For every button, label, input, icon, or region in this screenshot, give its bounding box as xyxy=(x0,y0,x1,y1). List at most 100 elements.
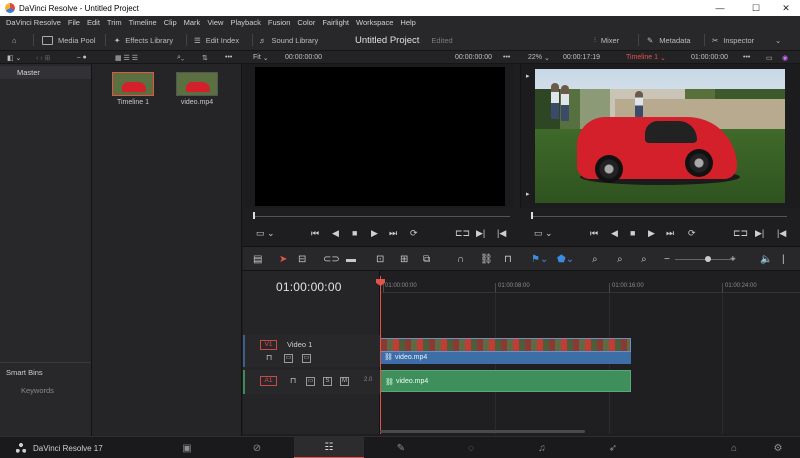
prev-clip-arrow-icon[interactable]: ▸ xyxy=(526,72,530,82)
sort-icon[interactable]: ⇅ xyxy=(202,51,208,64)
marker-icon[interactable]: ⬟⌄ xyxy=(557,254,574,265)
menu-clip[interactable]: Clip xyxy=(164,18,177,27)
timeline-timecode[interactable]: 01:00:00:00 xyxy=(276,280,342,294)
media-pool-button[interactable]: Media Pool xyxy=(42,29,96,51)
audio-clip[interactable]: ⛓ video.mp4 xyxy=(380,370,631,392)
blade-tool-icon[interactable]: ▬ xyxy=(346,254,356,265)
insert-clip-icon[interactable]: ⊡ xyxy=(376,254,384,265)
metadata-button[interactable]: ✎ Metadata xyxy=(647,29,691,51)
audio-meter-icon[interactable]: | xyxy=(782,254,785,265)
color-workspace-icon[interactable]: ◉ xyxy=(782,51,788,64)
source-play-icon[interactable]: ▶ xyxy=(371,228,378,238)
source-viewer-screen[interactable] xyxy=(255,67,505,206)
video-track-enable-icon[interactable]: ▭ xyxy=(302,354,311,363)
settings-gear-icon[interactable]: ⚙ xyxy=(758,437,798,458)
zoom-detail-icon[interactable]: ⌕ xyxy=(617,254,623,265)
fusion-page-icon[interactable]: ✎ xyxy=(366,437,436,458)
program-jump-start-icon[interactable]: ⏮ xyxy=(590,228,598,238)
fairlight-page-icon[interactable]: ♫ xyxy=(507,437,577,458)
video-track-lock-icon[interactable]: ⊓ xyxy=(266,353,272,363)
color-page-icon[interactable]: ◌ xyxy=(436,437,506,458)
keywords-smart-bin[interactable]: Keywords xyxy=(21,386,54,395)
selection-tool-icon[interactable]: ➤ xyxy=(279,254,287,265)
auto-select-icon[interactable]: ▭ xyxy=(284,354,293,363)
video-clip-filmstrip[interactable] xyxy=(380,338,631,352)
menu-playback[interactable]: Playback xyxy=(230,18,260,27)
menu-davinci-resolve[interactable]: DaVinci Resolve xyxy=(6,18,61,27)
program-loop-icon[interactable]: ⟳ xyxy=(688,228,696,238)
close-button[interactable]: ✕ xyxy=(772,0,800,16)
menu-mark[interactable]: Mark xyxy=(184,18,201,27)
timeline-view-options-icon[interactable]: ▤ xyxy=(253,254,262,265)
zoom-full-icon[interactable]: ⌕ xyxy=(592,254,598,265)
program-scrubber[interactable] xyxy=(531,216,787,217)
program-jump-end-icon[interactable]: ⏭ xyxy=(666,228,674,238)
zoom-custom-icon[interactable]: ⌕ xyxy=(641,254,647,265)
source-match-frame-icon[interactable]: ⊏⊐ xyxy=(455,228,470,238)
timeline-area[interactable]: 01:00:00:00 01:00:08:00 01:00:16:00 01:0… xyxy=(376,271,800,434)
menu-trim[interactable]: Trim xyxy=(107,18,122,27)
source-mark-out-icon[interactable]: |◀ xyxy=(497,228,506,238)
maximize-button[interactable]: ☐ xyxy=(742,0,770,16)
menu-file[interactable]: File xyxy=(68,18,80,27)
menu-edit[interactable]: Edit xyxy=(87,18,100,27)
mute-button[interactable]: M xyxy=(340,377,349,386)
edit-page-icon[interactable]: ☷ xyxy=(294,437,364,458)
menu-workspace[interactable]: Workspace xyxy=(356,18,393,27)
source-jump-end-icon[interactable]: ⏭ xyxy=(389,228,397,238)
program-overlay-select[interactable]: ▭ ⌄ xyxy=(534,228,553,238)
expand-toolbar-icon[interactable]: ⌄ xyxy=(775,29,781,51)
zoom-slider-handle[interactable] xyxy=(705,256,711,262)
menu-help[interactable]: Help xyxy=(400,18,415,27)
playhead[interactable] xyxy=(376,276,385,434)
flag-icon[interactable]: ⚑⌄ xyxy=(531,254,548,265)
workspace-layout-icon[interactable]: ⌂ xyxy=(12,29,17,51)
source-loop-icon[interactable]: ⟳ xyxy=(410,228,418,238)
program-mark-in-icon[interactable]: ▶| xyxy=(755,228,764,238)
source-more-icon[interactable]: ••• xyxy=(503,51,510,64)
source-stop-icon[interactable]: ■ xyxy=(352,228,357,238)
program-play-icon[interactable]: ▶ xyxy=(648,228,655,238)
timeline-name-select[interactable]: Timeline 1 ⌄ xyxy=(626,51,666,64)
media-page-icon[interactable]: ▣ xyxy=(152,437,222,458)
nav-arrows-icon[interactable]: ‹ › ⊞ xyxy=(36,51,50,64)
replace-clip-icon[interactable]: ⧉ xyxy=(423,254,430,265)
more-options-icon[interactable]: ••• xyxy=(225,51,232,64)
home-icon[interactable]: ⌂ xyxy=(714,437,754,458)
source-scrubber[interactable] xyxy=(253,216,510,217)
panel-toggle-icon[interactable]: ◧ ⌄ xyxy=(7,51,21,64)
search-icon[interactable]: ⌕⌄ xyxy=(177,51,184,64)
sound-library-button[interactable]: ♬ Sound Library xyxy=(259,29,318,51)
video-track-name[interactable]: Video 1 xyxy=(287,340,312,349)
menu-view[interactable]: View xyxy=(207,18,223,27)
program-reverse-icon[interactable]: ◀ xyxy=(611,228,618,238)
source-overlay-select[interactable]: ▭ ⌄ xyxy=(256,228,275,238)
zoom-in-icon[interactable]: + xyxy=(730,254,736,265)
video-clip[interactable]: ⛓ video.mp4 xyxy=(380,352,631,364)
cut-page-icon[interactable]: ⊘ xyxy=(222,437,292,458)
overwrite-clip-icon[interactable]: ⊞ xyxy=(400,254,408,265)
program-zoom-select[interactable]: 22% ⌄ xyxy=(528,51,550,64)
deliver-page-icon[interactable]: ➶ xyxy=(578,437,648,458)
menu-color[interactable]: Color xyxy=(297,18,315,27)
trim-tool-icon[interactable]: ⊟ xyxy=(298,254,306,265)
audio-track-lock-icon[interactable]: ⊓ xyxy=(290,376,296,386)
path-icons[interactable]: ⎯ ● xyxy=(77,51,87,64)
effects-library-button[interactable]: ✦ Effects Library xyxy=(114,29,173,51)
snapping-icon[interactable]: ∩ xyxy=(457,254,464,265)
minimize-button[interactable]: — xyxy=(706,0,734,16)
audio-track-badge[interactable]: A1 xyxy=(260,376,277,386)
inspector-button[interactable]: ✂ Inspector xyxy=(712,29,754,51)
program-more-icon[interactable]: ••• xyxy=(743,51,750,64)
timeline-scrollbar[interactable] xyxy=(380,430,585,433)
audio-auto-select-icon[interactable]: ▭ xyxy=(306,377,315,386)
source-reverse-icon[interactable]: ◀ xyxy=(332,228,339,238)
dynamic-trim-icon[interactable]: ⊂⊃ xyxy=(323,254,340,265)
menu-timeline[interactable]: Timeline xyxy=(129,18,157,27)
mixer-button[interactable]: ⫶ Mixer xyxy=(594,29,619,51)
source-scrubber-handle[interactable] xyxy=(253,212,255,219)
program-scrubber-handle[interactable] xyxy=(531,212,533,219)
master-bin[interactable]: Master xyxy=(0,66,91,79)
audio-volume-icon[interactable]: 🔈 xyxy=(760,254,772,265)
next-clip-arrow-icon[interactable]: ▸ xyxy=(526,190,530,200)
